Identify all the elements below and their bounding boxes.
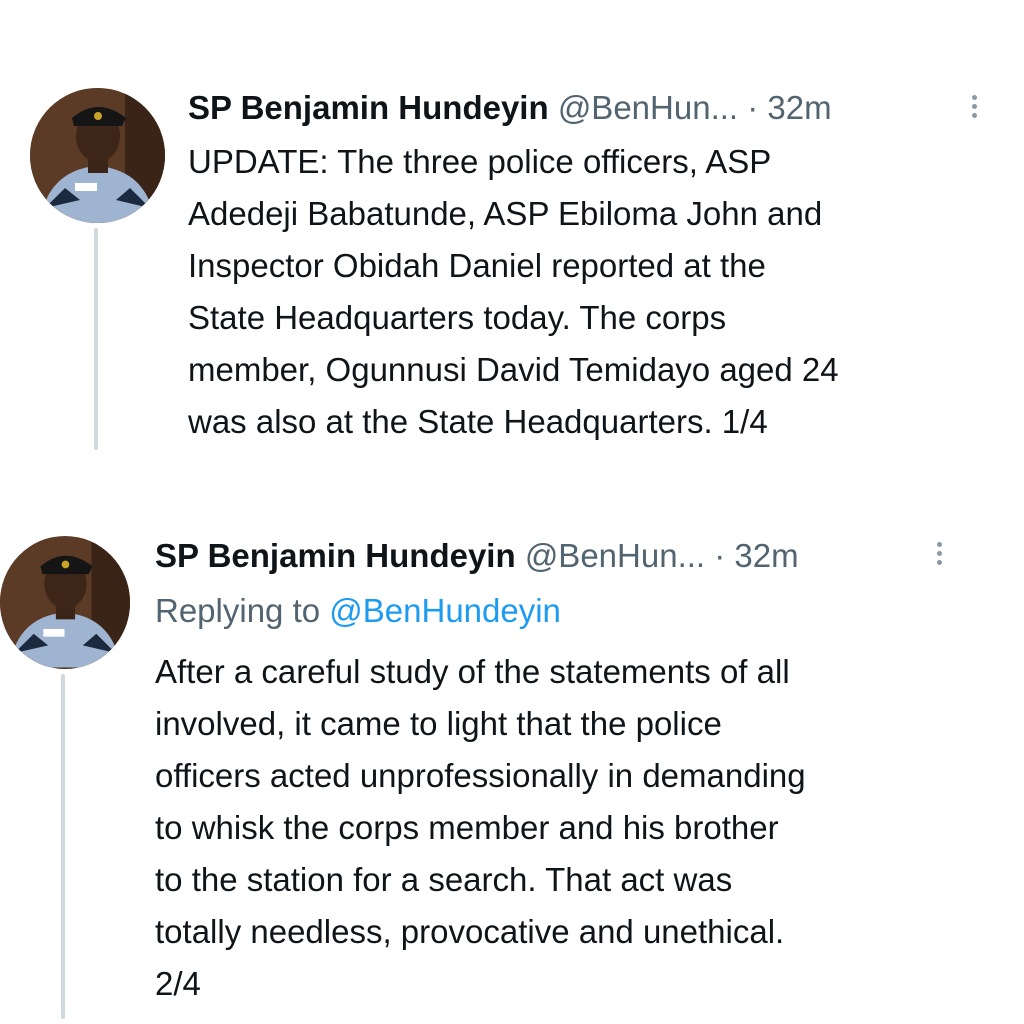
text-line: After a careful study of the statements … [155,653,790,690]
avatar[interactable] [0,536,130,669]
author-name[interactable]: SP Benjamin Hundeyin [155,537,516,574]
officer-avatar-icon [30,88,165,223]
text-line: State Headquarters today. The corps [188,299,727,336]
tweet-header: SP Benjamin Hundeyin @BenHun... · 32m [155,536,799,576]
thread-line [94,228,98,450]
text-line: was also at the State Headquarters. 1/4 [188,403,768,440]
author-handle[interactable]: @BenHun... [525,537,705,574]
officer-avatar-icon [0,537,130,668]
tweet-1[interactable]: SP Benjamin Hundeyin @BenHun... · 32m UP… [0,0,1024,500]
tweet-text: After a careful study of the statements … [155,646,806,1010]
timestamp[interactable]: 32m [767,89,831,126]
avatar[interactable] [30,88,165,223]
tweet-header: SP Benjamin Hundeyin @BenHun... · 32m [188,88,832,128]
replying-to: Replying to @BenHundeyin [155,591,561,631]
text-line: officers acted unprofessionally in deman… [155,757,806,794]
text-line: member, Ogunnusi David Temidayo aged 24 [188,351,839,388]
replying-label: Replying to [155,592,330,629]
text-line: UPDATE: The three police officers, ASP [188,143,772,180]
author-name[interactable]: SP Benjamin Hundeyin [188,89,549,126]
text-line: Adedeji Babatunde, ASP Ebiloma John and [188,195,823,232]
timestamp[interactable]: 32m [734,537,798,574]
text-line: to the station for a search. That act wa… [155,861,733,898]
tweet-2[interactable]: SP Benjamin Hundeyin @BenHun... · 32m Re… [0,500,1024,1024]
text-line: 2/4 [155,965,201,1002]
separator-dot: · [747,89,759,126]
tweet-text: UPDATE: The three police officers, ASP A… [188,136,839,448]
text-line: totally needless, provocative and unethi… [155,913,785,950]
text-line: involved, it came to light that the poli… [155,705,722,742]
text-line: to whisk the corps member and his brothe… [155,809,779,846]
author-handle[interactable]: @BenHun... [558,89,738,126]
text-line: Inspector Obidah Daniel reported at the [188,247,766,284]
thread-line [61,674,65,1019]
separator-dot: · [714,537,726,574]
replying-mention-link[interactable]: @BenHundeyin [329,592,561,629]
more-options-icon[interactable] [972,95,980,122]
more-options-icon[interactable] [937,542,945,569]
